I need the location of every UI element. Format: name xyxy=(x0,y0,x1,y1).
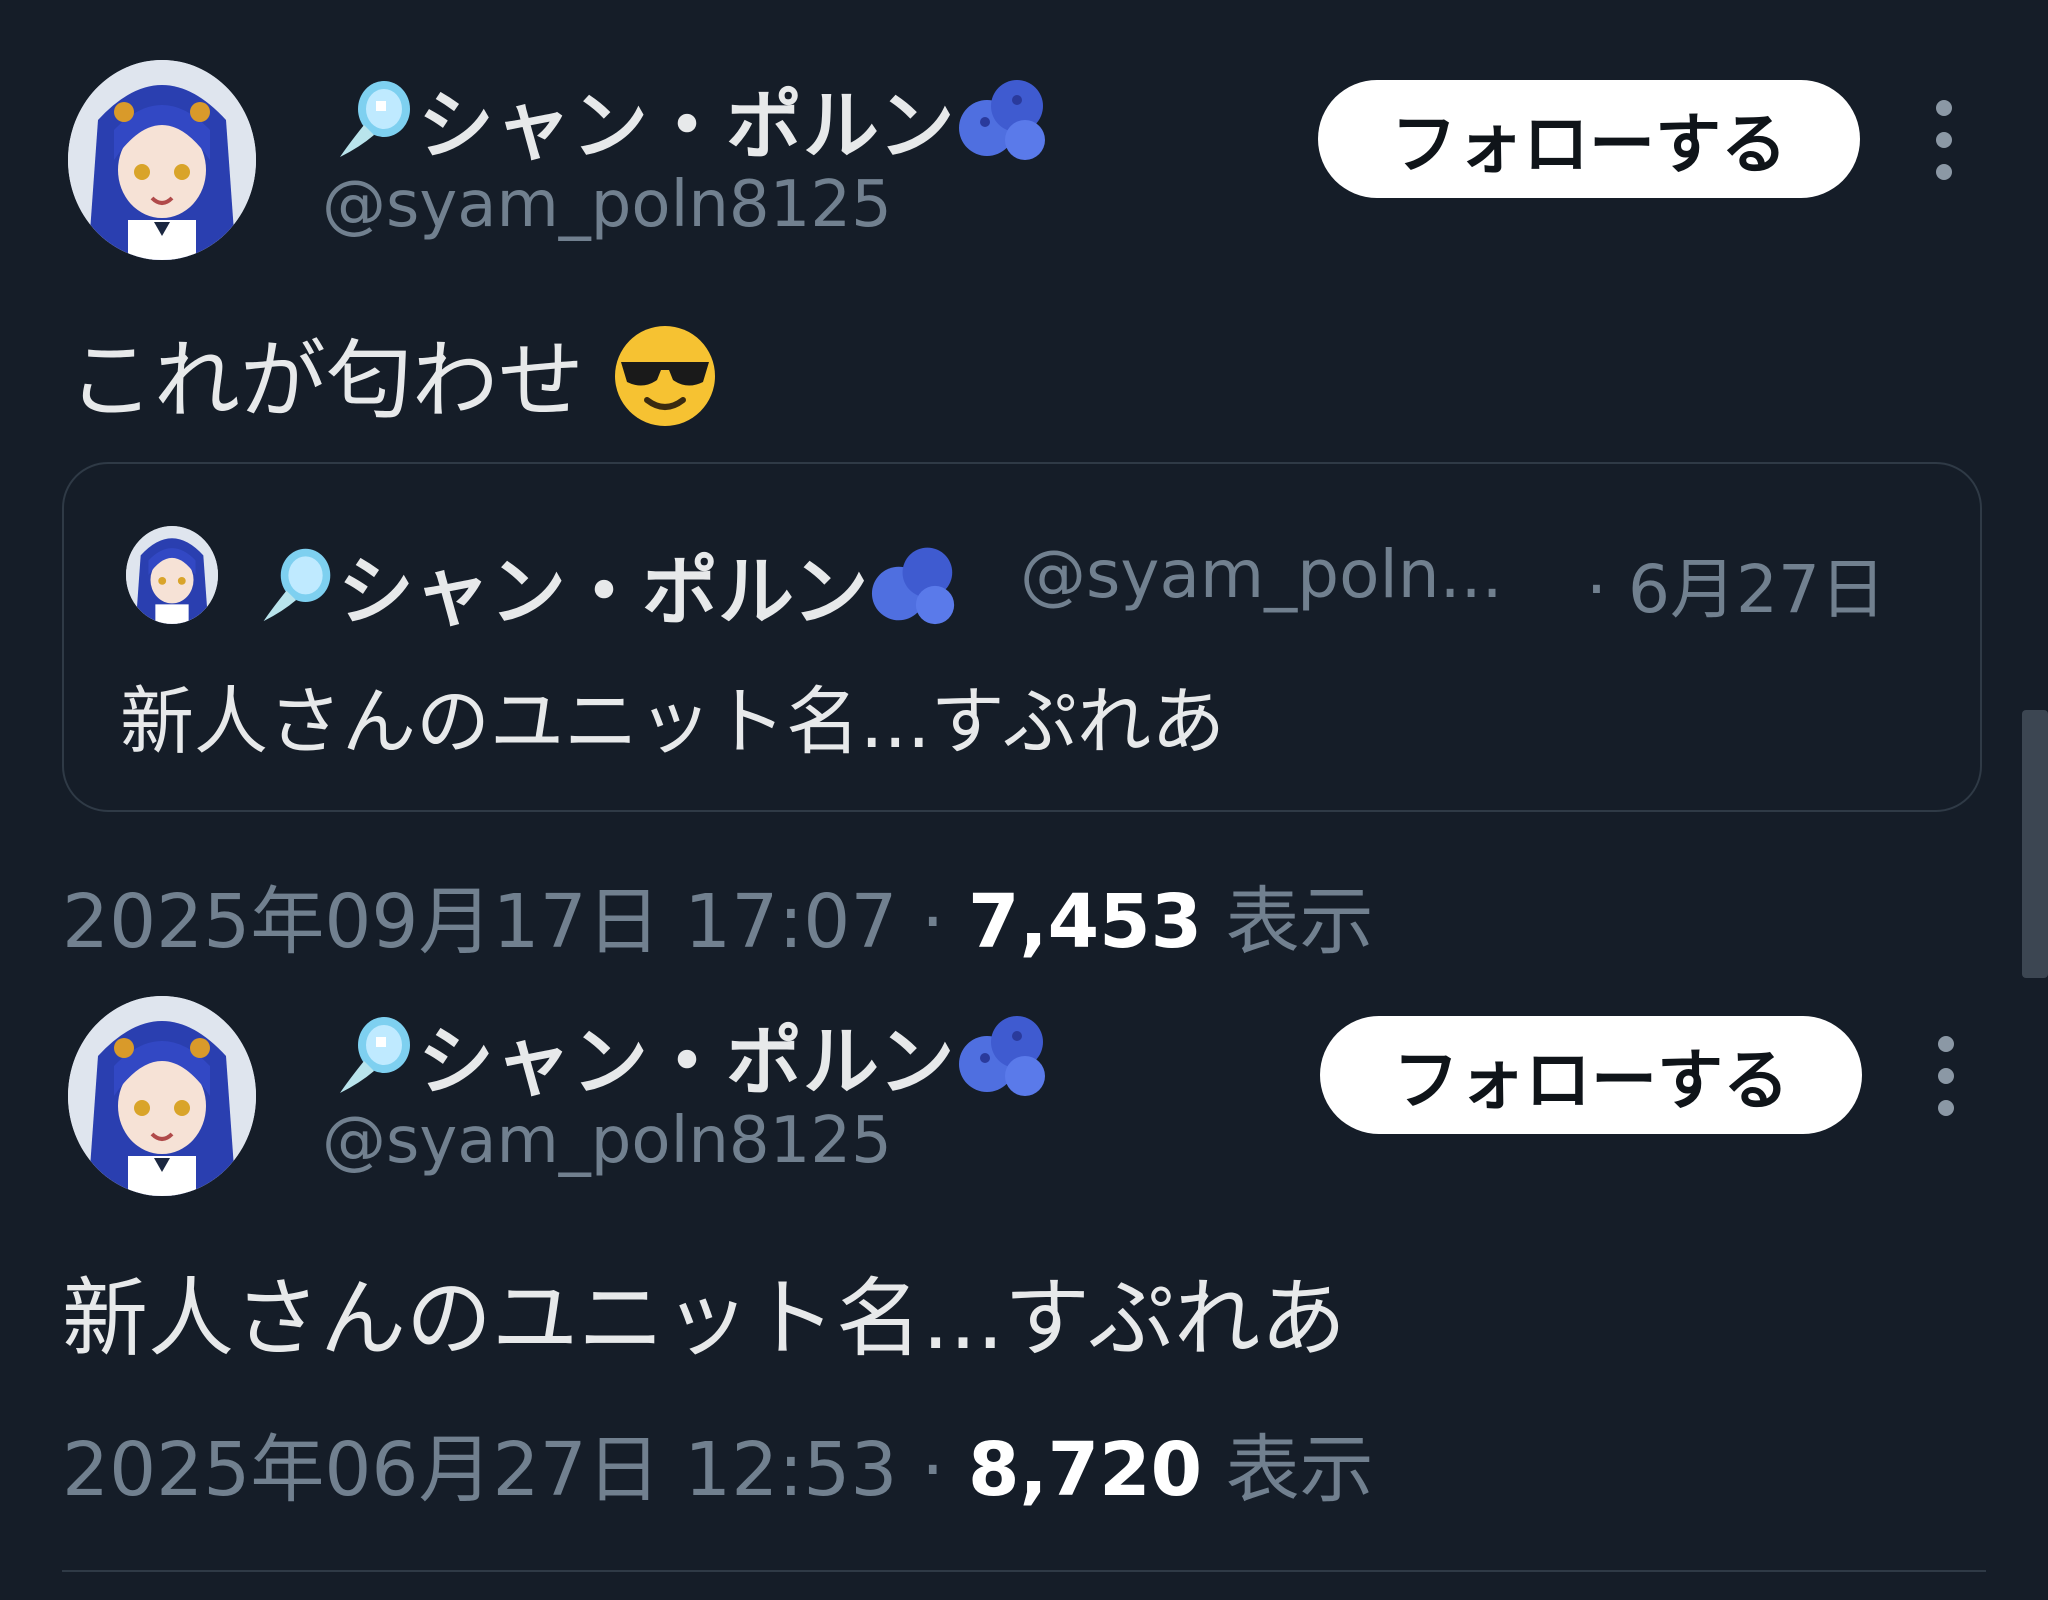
ice-crystal-emoji-icon xyxy=(330,75,418,163)
more-options-icon[interactable] xyxy=(1924,100,1964,180)
post-meta: 2025年06月27日 12:53 · 8,720 表示 xyxy=(62,1410,1374,1517)
ice-crystal-emoji-icon xyxy=(254,543,338,627)
post-text-row: これが匂わせ xyxy=(68,310,719,451)
quoted-post-text: 新人さんのユニット名...すぷれあ xyxy=(120,679,1226,765)
author-handle[interactable]: @syam_poln8125 xyxy=(322,168,892,242)
anime-avatar-image xyxy=(126,526,218,624)
follow-button[interactable]: フォローする xyxy=(1320,1016,1862,1134)
post-timestamp[interactable]: 2025年09月17日 17:07 xyxy=(62,879,897,965)
scrollbar-thumb[interactable] xyxy=(2022,710,2048,978)
sunglasses-emoji-icon xyxy=(611,322,719,451)
author-name[interactable]: シャン・ポルン xyxy=(418,1000,955,1110)
blueberry-emoji-icon xyxy=(955,1008,1051,1102)
quoted-author-handle: @syam_poln... xyxy=(1020,536,1503,613)
anime-avatar-image xyxy=(68,60,256,260)
view-count: 7,453 xyxy=(968,879,1203,965)
author-avatar[interactable] xyxy=(68,996,256,1196)
post-timestamp[interactable]: 2025年06月27日 12:53 xyxy=(62,1427,897,1513)
more-options-icon[interactable] xyxy=(1926,1036,1966,1116)
blueberry-emoji-icon xyxy=(868,540,960,630)
author-avatar[interactable] xyxy=(68,60,256,260)
tweet-post[interactable]: シャン・ポルン @syam_poln8125 フォローする 新人さんのユニット名… xyxy=(0,978,2048,1600)
view-count: 8,720 xyxy=(968,1427,1203,1513)
author-name[interactable]: シャン・ポルン xyxy=(418,64,955,174)
author-handle[interactable]: @syam_poln8125 xyxy=(322,1104,892,1178)
post-text: 新人さんのユニット名...すぷれあ xyxy=(62,1269,1347,1369)
anime-avatar-image xyxy=(68,996,256,1196)
view-count-label: 表示 xyxy=(1225,879,1374,965)
quoted-tweet-card[interactable]: シャン・ポルン @syam_poln... · 6月27日 新人さんのユニット名… xyxy=(62,462,1982,812)
blueberry-emoji-icon xyxy=(955,72,1051,166)
meta-separator: · xyxy=(920,879,945,965)
post-text: これが匂わせ xyxy=(68,331,584,431)
quoted-author-name: シャン・ポルン xyxy=(338,547,869,636)
post-meta: 2025年09月17日 17:07 · 7,453 表示 xyxy=(62,862,1374,969)
meta-separator: · xyxy=(920,1427,945,1513)
tweet-post[interactable]: シャン・ポルン @syam_poln8125 フォローする これが匂わせ シャン… xyxy=(0,0,2048,978)
follow-button[interactable]: フォローする xyxy=(1318,80,1860,198)
quoted-author-avatar xyxy=(126,526,218,624)
post-divider xyxy=(62,1570,1986,1572)
view-count-label: 表示 xyxy=(1225,1427,1374,1513)
quoted-post-date: · 6月27日 xyxy=(1586,551,1886,628)
ice-crystal-emoji-icon xyxy=(330,1011,418,1099)
